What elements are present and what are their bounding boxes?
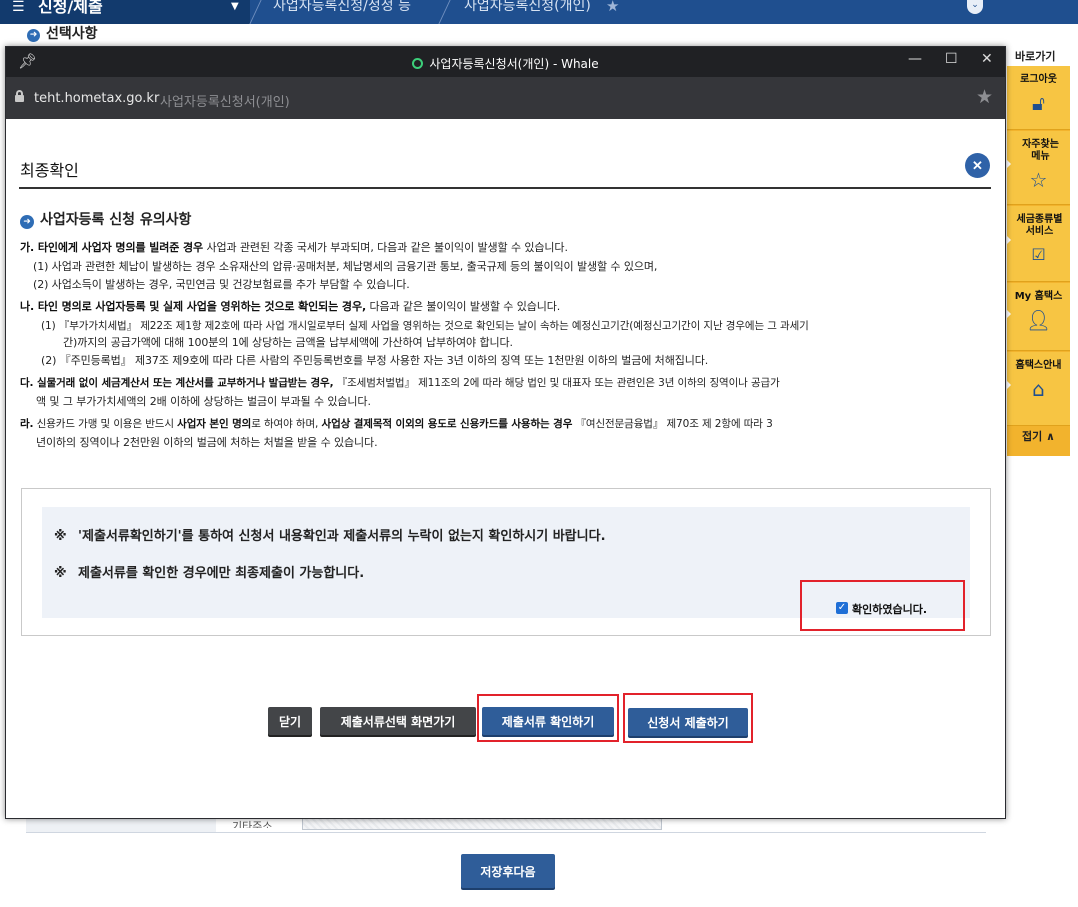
section-heading-text: 선택사항 (46, 26, 98, 42)
section-heading: ➜ 선택사항 (27, 23, 98, 43)
bookmark-star-icon[interactable]: ★ (976, 86, 993, 108)
notice-line: 년이하의 징역이나 2천만원 이하의 벌금에 처하는 처벌을 받을 수 있습니다… (36, 436, 378, 449)
save-next-button[interactable]: 저장후다음 (461, 854, 555, 888)
whale-logo-icon (412, 58, 424, 69)
arrow-left-icon (1007, 309, 1011, 318)
notice-heading: ➜ 사업자등록 신청 유의사항 (20, 209, 191, 229)
acknowledge-checkbox[interactable]: ✓ (836, 602, 848, 614)
address-bar: teht.hometax.go.kr 사업자등록신청서(개인) ★ (6, 77, 1005, 119)
person-icon: 👤︎ (1025, 308, 1052, 332)
notice-line: (2) 사업소득이 발생하는 경우, 국민연금 및 건강보험료를 추가 부담할 … (33, 278, 410, 291)
acknowledge-highlight: ✓ 확인하였습니다. (800, 580, 965, 631)
confirm-message: ※ '제출서류확인하기'를 통하여 신청서 내용확인과 제출서류의 누락이 없는지… (54, 529, 606, 544)
quick-item-label: 세금종류별 서비스 (1016, 214, 1063, 237)
quick-item-label: My 홈택스 (1014, 291, 1063, 302)
quick-item-favorites[interactable]: 자주찾는 메뉴 ☆ (1007, 131, 1070, 205)
quick-item-my-hometax[interactable]: My 홈택스 👤︎ (1007, 283, 1070, 351)
breadcrumb-separator (438, 0, 462, 24)
acknowledge-label[interactable]: 확인하였습니다. (852, 601, 927, 617)
form-label-cell (26, 818, 216, 832)
notice-line: 나. 타인 명의로 사업자등록 및 실제 사업을 영위하는 것으로 확인되는 경… (20, 300, 561, 313)
dialog-title: 최종확인 (20, 161, 79, 180)
breadcrumb-separator (249, 0, 273, 24)
notice-line: 다. 실물거래 없이 세금계산서 또는 계산서를 교부하거나 발급받는 경우, … (20, 377, 780, 389)
notice-line: (1) 『부가가치세법』 제22조 제1항 제2호에 따라 사업 개시일로부터 … (41, 320, 809, 332)
quick-menu-panel: 로그아웃 🔓︎ 자주찾는 메뉴 ☆ 세금종류별 서비스 ☑ My 홈택스 👤︎ … (1007, 66, 1070, 456)
notice-heading-text: 사업자등록 신청 유의사항 (40, 212, 192, 228)
caret-down-icon: ▼ (231, 1, 239, 12)
notice-line: 가. 타인에게 사업자 명의를 빌려준 경우 사업과 관련된 각종 국세가 부과… (20, 241, 568, 254)
top-navigation-bar: ☰ 신청/제출 ▼ 사업자등록신청/정정 등 사업자등록신청(개인) ★ ⌄ (0, 0, 1078, 24)
arrow-left-icon (1007, 381, 1011, 390)
form-divider (26, 832, 986, 833)
quick-item-tax-services[interactable]: 세금종류별 서비스 ☑ (1007, 206, 1070, 282)
close-button[interactable]: 닫기 (268, 707, 312, 735)
url-page-title: 사업자등록신청서(개인) (160, 95, 290, 110)
reference-mark: ※ (54, 566, 67, 581)
arrow-left-icon (1007, 160, 1011, 169)
lock-icon[interactable] (15, 90, 24, 102)
popup-window: 📌︎ 사업자등록신청서(개인) - Whale — ☐ ✕ teht.homet… (5, 46, 1006, 819)
maximize-icon[interactable]: ☐ (945, 51, 958, 67)
dialog-close-button[interactable]: ✕ (965, 153, 990, 178)
notice-line: 라. 신용카드 가맹 및 이용은 반드시 사업자 본인 명의로 하여야 하며, … (20, 418, 773, 430)
notice-line: 액 및 그 부가가치세액의 2배 이하에 상당하는 벌금이 부과될 수 있습니다… (36, 395, 371, 408)
star-icon: ☆ (1029, 168, 1048, 192)
breadcrumb-item[interactable]: 사업자등록신청/정정 등 (273, 0, 411, 13)
notice-line: (2) 『주민등록법』 제37조 제9호에 따라 다른 사람의 주민등록번호를 … (41, 354, 709, 367)
quick-item-label: 홈택스안내 (1015, 360, 1062, 371)
main-menu-label: 신청/제출 (38, 0, 103, 16)
checkmark-icon: ✓ (837, 602, 847, 613)
main-menu-button[interactable]: ☰ 신청/제출 ▼ (0, 0, 250, 24)
notice-line: (1) 사업과 관련한 체납이 발생하는 경우 소유재산의 압류·공매처분, 체… (33, 260, 658, 273)
arrow-left-icon (1007, 236, 1011, 244)
window-close-icon[interactable]: ✕ (981, 51, 993, 67)
quick-item-logout[interactable]: 로그아웃 🔓︎ (1007, 66, 1070, 130)
window-title-text: 사업자등록신청서(개인) - Whale (429, 57, 599, 71)
go-docs-select-button[interactable]: 제출서류선택 화면가기 (320, 707, 476, 735)
confirm-message: ※ 제출서류를 확인한 경우에만 최종제출이 가능합니다. (54, 566, 365, 581)
url-domain[interactable]: teht.hometax.go.kr (34, 91, 159, 106)
quick-item-label: 자주찾는 메뉴 (1022, 139, 1059, 162)
favorite-star-icon[interactable]: ★ (606, 0, 619, 15)
reference-mark: ※ (54, 529, 67, 544)
chevron-down-icon[interactable]: ⌄ (967, 0, 983, 14)
minimize-icon[interactable]: — (908, 51, 922, 67)
check-docs-button[interactable]: 제출서류 확인하기 (482, 707, 614, 735)
quick-item-hometax-guide[interactable]: 홈택스안내 ⌂ (1007, 352, 1070, 426)
breadcrumb-item[interactable]: 사업자등록신청(개인) (464, 0, 591, 13)
quick-item-label: 로그아웃 (1020, 74, 1057, 85)
dialog-title-rule (19, 187, 991, 189)
submit-application-button[interactable]: 신청서 제출하기 (628, 708, 748, 736)
quick-menu-fold-button[interactable]: 접기 ∧ (1007, 428, 1070, 444)
arrow-bullet-icon: ➜ (27, 29, 40, 42)
quick-menu: 바로가기 로그아웃 🔓︎ 자주찾는 메뉴 ☆ 세금종류별 서비스 ☑ My 홈택… (1007, 44, 1078, 456)
arrow-bullet-icon: ➜ (20, 215, 34, 229)
address-input[interactable] (302, 818, 662, 830)
notice-line: 간)까지의 공급가액에 대해 100분의 1에 상당하는 금액을 납부세액에 가… (63, 336, 513, 349)
window-titlebar: 📌︎ 사업자등록신청서(개인) - Whale — ☐ ✕ (6, 47, 1005, 77)
home-icon: ⌂ (1032, 377, 1045, 401)
checkbox-icon: ☑ (1031, 245, 1046, 264)
quick-menu-title: 바로가기 (1015, 50, 1056, 63)
lock-icon: 🔓︎ (1032, 91, 1045, 115)
window-title: 사업자등록신청서(개인) - Whale (6, 55, 1005, 72)
address-field-label: 기타주소 (232, 820, 273, 828)
hamburger-icon: ☰ (12, 0, 25, 15)
close-icon: ✕ (972, 157, 983, 173)
